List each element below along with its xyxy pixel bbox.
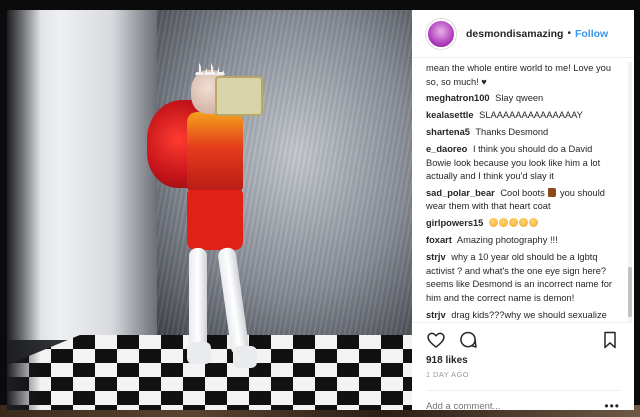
comment-icon[interactable]: [458, 330, 478, 350]
add-comment-bar: •••: [426, 390, 620, 410]
comment-text: why a 10 year old should be a lgbtq acti…: [426, 252, 613, 303]
bookmark-icon[interactable]: [600, 330, 620, 350]
face-emoji-icon: [518, 218, 528, 228]
comment-input[interactable]: [426, 400, 586, 410]
photo-figure-purse: [215, 76, 263, 116]
scrollbar-thumb[interactable]: [628, 267, 632, 317]
comment-username[interactable]: strjv: [426, 310, 446, 320]
list-item: mean the whole entire world to me! Love …: [426, 62, 618, 89]
photo-figure-torso: [187, 112, 243, 192]
photo-shadow: [7, 10, 41, 410]
list-item: strjv drag kids???why we should sexualiz…: [426, 309, 618, 322]
post-footer: 918 likes 1 DAY AGO •••: [412, 322, 634, 410]
comment-text: mean the whole entire world to me! Love …: [426, 63, 612, 87]
list-item: sad_polar_bear Cool boots you should wea…: [426, 187, 618, 214]
likes-count[interactable]: 918 likes: [426, 355, 620, 366]
post-photo[interactable]: [7, 10, 412, 410]
face-emoji-icon: [488, 218, 498, 228]
more-options-icon[interactable]: •••: [604, 399, 620, 410]
action-bar: [426, 329, 620, 351]
comment-username[interactable]: strjv: [426, 252, 446, 262]
comment-text: Cool boots: [500, 187, 545, 198]
list-item: kealasettle SLAAAAAAAAAAAAAAY: [426, 109, 618, 123]
header-username[interactable]: desmondisamazing: [466, 28, 563, 40]
list-item: girlpowers15: [426, 217, 618, 231]
post-side-panel: desmondisamazing • Follow mean the whole…: [412, 10, 634, 410]
face-emoji-icon: [528, 218, 538, 228]
comment-username[interactable]: shartena5: [426, 127, 470, 137]
list-item: foxart Amazing photography !!!: [426, 234, 618, 248]
comment-text: Amazing photography !!!: [456, 235, 558, 246]
comment-username[interactable]: e_daoreo: [426, 144, 467, 154]
follow-button[interactable]: Follow: [575, 28, 608, 40]
face-emoji-icon: [498, 218, 508, 228]
list-item: meghatron100 Slay qween: [426, 92, 618, 106]
comment-username[interactable]: meghatron100: [426, 93, 490, 103]
comment-text: SLAAAAAAAAAAAAAAY: [479, 110, 583, 121]
post-timestamp: 1 DAY AGO: [426, 370, 469, 379]
header-separator: •: [567, 28, 571, 39]
comment-text: drag kids???why we should sexualize kids…: [451, 309, 607, 320]
comments-scrollbar[interactable]: [628, 62, 632, 322]
post-modal: desmondisamazing • Follow mean the whole…: [7, 10, 634, 410]
comments-list[interactable]: mean the whole entire world to me! Love …: [412, 58, 634, 322]
list-item: shartena5 Thanks Desmond: [426, 126, 618, 140]
comment-username[interactable]: girlpowers15: [426, 218, 483, 228]
comment-username[interactable]: foxart: [426, 235, 452, 245]
list-item: strjv why a 10 year old should be a lgbt…: [426, 251, 618, 305]
photo-figure-boot: [233, 346, 257, 368]
comment-text: Slay qween: [495, 93, 544, 104]
profile-avatar[interactable]: [426, 18, 456, 49]
heart-icon[interactable]: [426, 330, 446, 350]
photo-figure-leg: [189, 248, 207, 356]
boot-emoji-icon: [548, 187, 557, 197]
photo-figure-boot: [187, 342, 211, 364]
comment-username[interactable]: kealasettle: [426, 110, 474, 120]
face-emoji-icon: [508, 218, 518, 228]
comment-username[interactable]: sad_polar_bear: [426, 188, 495, 198]
post-header: desmondisamazing • Follow: [412, 10, 634, 58]
comment-text: Thanks Desmond: [475, 127, 549, 138]
list-item: e_daoreo I think you should do a David B…: [426, 143, 618, 184]
photo-figure-shorts: [187, 190, 243, 250]
